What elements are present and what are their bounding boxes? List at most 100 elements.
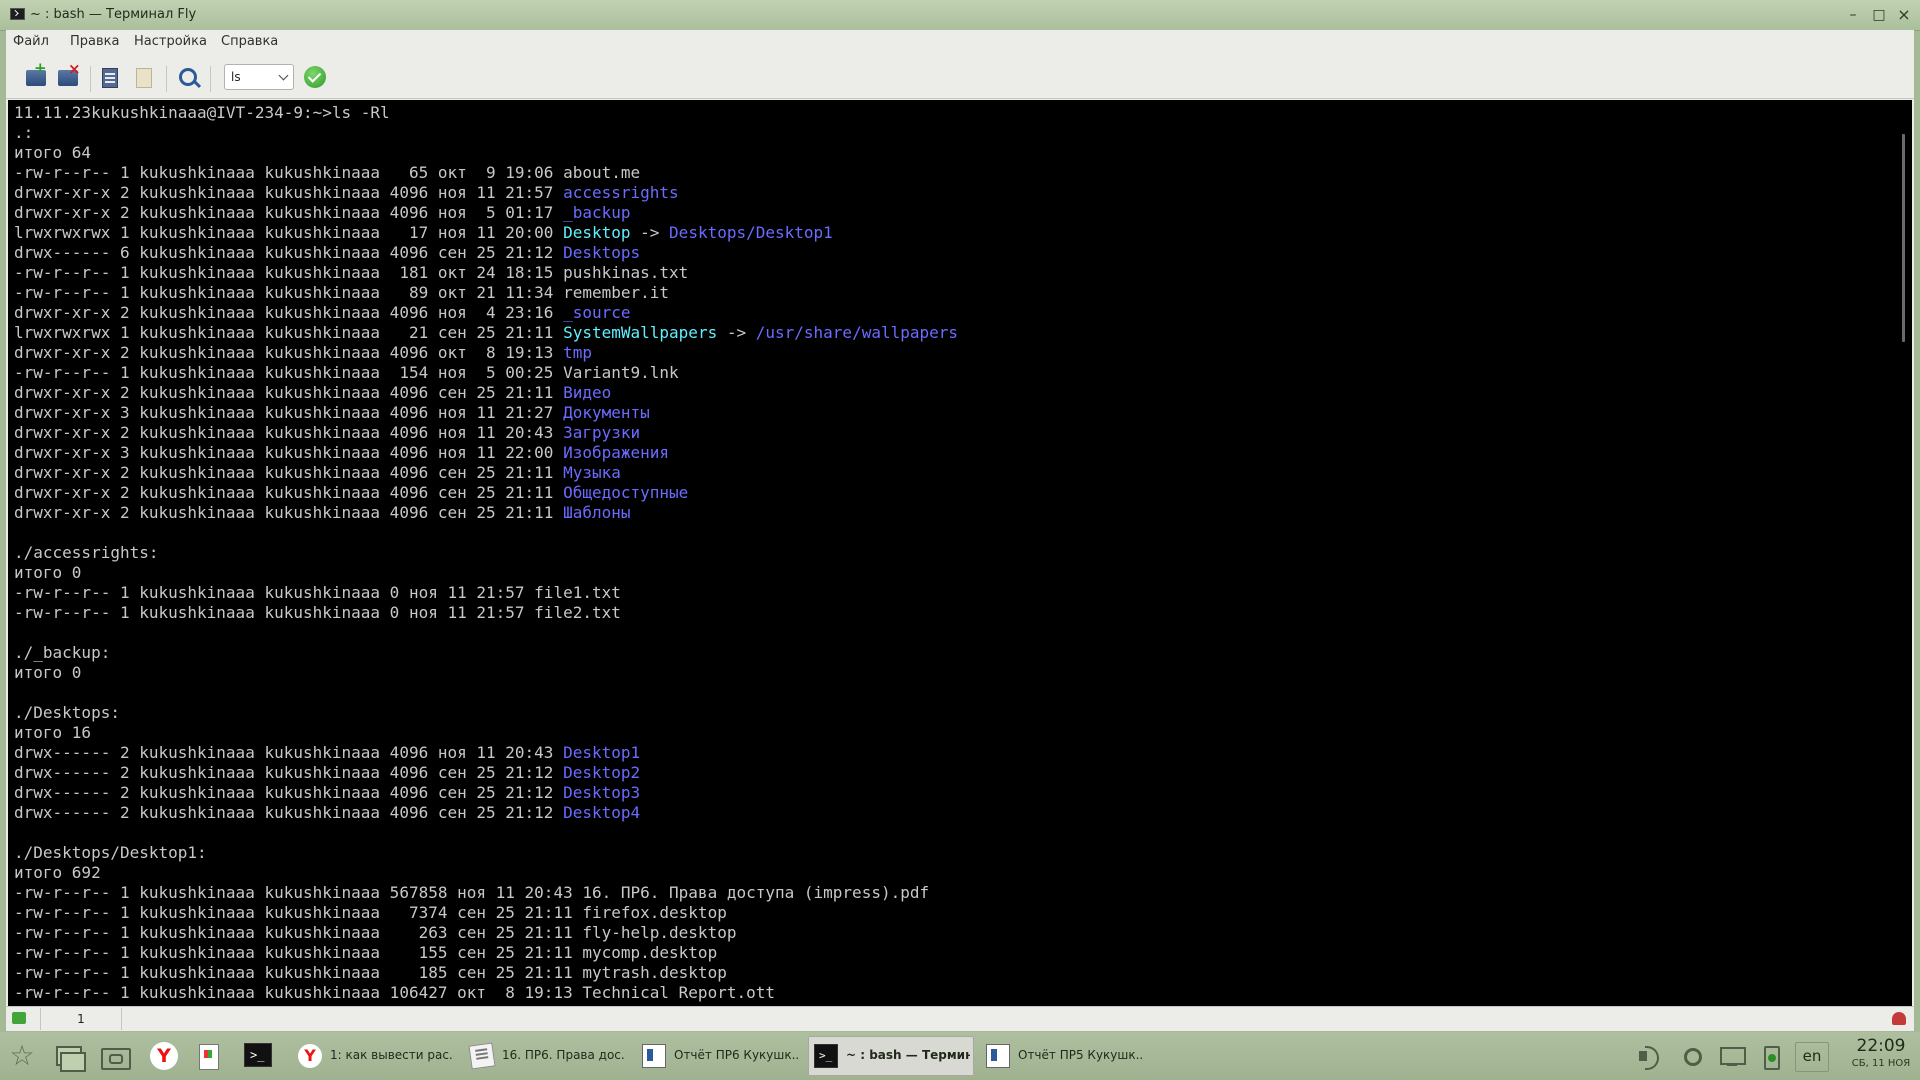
- terminal-text-segment: -rw-r--r-- 1 kukushkinaaa kukushkinaaa 6…: [14, 163, 641, 182]
- terminal-app-icon: [10, 8, 25, 20]
- terminal-text-segment: -rw-r--r-- 1 kukushkinaaa kukushkinaaa 2…: [14, 923, 737, 942]
- maximize-icon[interactable]: □: [1869, 5, 1889, 25]
- close-icon[interactable]: ×: [1894, 5, 1914, 25]
- window-client-area: Файл Правка Настройка Справка + × ls 11.…: [6, 30, 1914, 1031]
- terminal-text-segment: drwxr-xr-x 2 kukushkinaaa kukushkinaaa 4…: [14, 423, 564, 442]
- window-title: ~ : bash — Терминал Fly: [30, 7, 197, 22]
- session-tab[interactable]: 1: [40, 1008, 122, 1030]
- terminal-icon[interactable]: >_: [244, 1043, 272, 1067]
- session-icon: [12, 1012, 26, 1024]
- terminal-text-segment: ./_backup:: [14, 643, 111, 662]
- terminal-text-segment: итого 0: [14, 663, 82, 682]
- user-icon[interactable]: [1892, 1012, 1906, 1025]
- terminal-text-segment: итого 0: [14, 563, 82, 582]
- terminal-text-segment: drwxr-xr-x 2 kukushkinaaa kukushkinaaa 4…: [14, 483, 564, 502]
- terminal-entry-name: Общедоступные: [563, 483, 689, 502]
- terminal-line: ./_backup:: [14, 643, 958, 663]
- terminal-line: drwxr-xr-x 2 kukushkinaaa kukushkinaaa 4…: [14, 503, 958, 523]
- document-icon: [986, 1044, 1010, 1068]
- terminal-entry-name: Desktop1: [563, 743, 641, 762]
- menu-edit[interactable]: Правка: [70, 34, 119, 49]
- terminal-line: -rw-r--r-- 1 kukushkinaaa kukushkinaaa 1…: [14, 263, 958, 283]
- new-tab-button[interactable]: [22, 59, 50, 92]
- file-manager-icon[interactable]: [192, 1040, 224, 1072]
- terminal-text: 11.11.23kukushkinaaa@IVT-234-9:~>ls -Rl.…: [14, 103, 958, 1003]
- terminal-line: lrwxrwxrwx 1 kukushkinaaa kukushkinaaa 2…: [14, 323, 958, 343]
- terminal-text-segment: .:: [14, 123, 34, 142]
- task-yandex-browser[interactable]: Y 1: как вывести рас...: [292, 1036, 458, 1076]
- terminal-line: drwxr-xr-x 2 kukushkinaaa kukushkinaaa 4…: [14, 423, 958, 443]
- show-windows-icon[interactable]: [52, 1040, 86, 1072]
- copy-icon: [102, 68, 118, 88]
- title-bar[interactable]: ~ : bash — Терминал Fly – □ ×: [0, 0, 1920, 31]
- keyboard-layout-indicator[interactable]: en: [1795, 1042, 1829, 1072]
- terminal-text-segment: drwxr-xr-x 2 kukushkinaaa kukushkinaaa 4…: [14, 503, 564, 522]
- terminal-text-segment: ->: [717, 323, 756, 342]
- terminal-line: drwx------ 2 kukushkinaaa kukushkinaaa 4…: [14, 763, 958, 783]
- terminal-line: drwxr-xr-x 3 kukushkinaaa kukushkinaaa 4…: [14, 403, 958, 423]
- terminal-entry-name: Изображения: [563, 443, 670, 462]
- terminal-line: ./Desktops/Desktop1:: [14, 843, 958, 863]
- battery-icon[interactable]: [1757, 1042, 1785, 1070]
- terminal-line: -rw-r--r-- 1 kukushkinaaa kukushkinaaa 6…: [14, 163, 958, 183]
- terminal-line: .:: [14, 123, 958, 143]
- terminal-text-segment: drwxr-xr-x 2 kukushkinaaa kukushkinaaa 4…: [14, 203, 564, 222]
- desktop-icon[interactable]: [98, 1040, 131, 1072]
- terminal-entry-name: SystemWallpapers: [563, 323, 718, 342]
- terminal-text-segment: drwxr-xr-x 2 kukushkinaaa kukushkinaaa 4…: [14, 463, 564, 482]
- yandex-browser-icon[interactable]: Y: [150, 1042, 178, 1070]
- command-select[interactable]: ls: [224, 64, 294, 90]
- terminal-text-segment: lrwxrwxrwx 1 kukushkinaaa kukushkinaaa 2…: [14, 323, 564, 342]
- terminal-entry-name: Шаблоны: [563, 503, 631, 522]
- terminal-line: drwxr-xr-x 2 kukushkinaaa kukushkinaaa 4…: [14, 183, 958, 203]
- terminal-text-segment: drwxr-xr-x 2 kukushkinaaa kukushkinaaa 4…: [14, 303, 564, 322]
- task-report-pr6[interactable]: Отчёт ПР6 Кукушк...: [636, 1036, 802, 1076]
- task-label: 16. ПР6. Права дос...: [502, 1048, 626, 1062]
- menu-settings[interactable]: Настройка: [134, 34, 207, 49]
- terminal-output[interactable]: 11.11.23kukushkinaaa@IVT-234-9:~>ls -Rl.…: [8, 100, 1912, 1006]
- clock-time[interactable]: 22:09: [1850, 1036, 1912, 1056]
- brightness-icon[interactable]: [1678, 1042, 1706, 1070]
- task-pdf-viewer[interactable]: 16. ПР6. Права дос...: [464, 1036, 630, 1076]
- menu-help[interactable]: Справка: [221, 34, 278, 49]
- terminal-line: drwxr-xr-x 2 kukushkinaaa kukushkinaaa 4…: [14, 383, 958, 403]
- volume-icon[interactable]: [1636, 1042, 1664, 1070]
- terminal-text-segment: -rw-r--r-- 1 kukushkinaaa kukushkinaaa 0…: [14, 603, 621, 622]
- terminal-text-segment: итого 692: [14, 863, 101, 882]
- terminal-entry-name: Desktop: [563, 223, 631, 242]
- terminal-line: drwx------ 2 kukushkinaaa kukushkinaaa 4…: [14, 743, 958, 763]
- terminal-text-segment: drwxr-xr-x 2 kukushkinaaa kukushkinaaa 4…: [14, 383, 564, 402]
- terminal-line: итого 16: [14, 723, 958, 743]
- terminal-entry-name: Документы: [563, 403, 650, 422]
- terminal-entry-name: /usr/share/wallpapers: [755, 323, 959, 342]
- close-tab-icon: [58, 60, 81, 86]
- terminal-window: ~ : bash — Терминал Fly – □ × Файл Правк…: [0, 0, 1920, 1032]
- run-command-button[interactable]: [304, 66, 326, 88]
- terminal-entry-name: Видео: [563, 383, 612, 402]
- task-terminal[interactable]: >_ ~ : bash — Термин...: [808, 1036, 974, 1076]
- yandex-browser-icon: Y: [298, 1044, 322, 1068]
- terminal-line: -rw-r--r-- 1 kukushkinaaa kukushkinaaa 0…: [14, 583, 958, 603]
- network-icon[interactable]: [1718, 1042, 1746, 1070]
- copy-button[interactable]: [96, 64, 124, 92]
- terminal-line: drwx------ 2 kukushkinaaa kukushkinaaa 4…: [14, 803, 958, 823]
- terminal-line: -rw-r--r-- 1 kukushkinaaa kukushkinaaa 5…: [14, 883, 958, 903]
- terminal-text-segment: 11.11.23kukushkinaaa@IVT-234-9:~>ls -Rl: [14, 103, 390, 122]
- paste-button[interactable]: [130, 64, 158, 92]
- terminal-text-segment: ./Desktops/Desktop1:: [14, 843, 207, 862]
- find-button[interactable]: [174, 64, 202, 92]
- terminal-text-segment: -rw-r--r-- 1 kukushkinaaa kukushkinaaa 7…: [14, 903, 727, 922]
- terminal-line: drwxr-xr-x 2 kukushkinaaa kukushkinaaa 4…: [14, 463, 958, 483]
- new-tab-icon: [26, 59, 47, 86]
- scrollbar[interactable]: [1902, 134, 1905, 342]
- start-menu-star-icon[interactable]: ☆: [6, 1040, 38, 1072]
- terminal-line: -rw-r--r-- 1 kukushkinaaa kukushkinaaa 8…: [14, 283, 958, 303]
- menu-file[interactable]: Файл: [13, 34, 49, 49]
- task-report-pr5[interactable]: Отчёт ПР5 Кукушк...: [980, 1036, 1146, 1076]
- minimize-icon[interactable]: –: [1843, 5, 1863, 25]
- close-tab-button[interactable]: [54, 60, 82, 92]
